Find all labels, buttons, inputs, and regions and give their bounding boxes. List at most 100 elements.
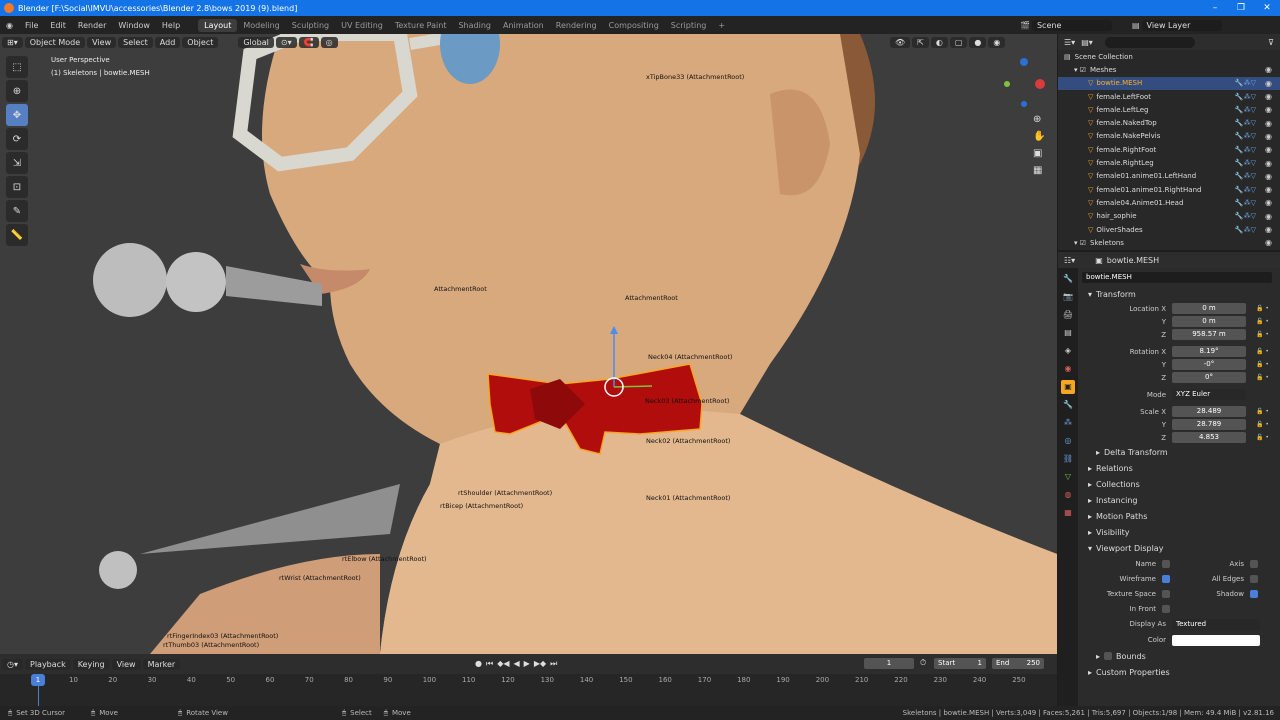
visibility-icon[interactable]: 👁 <box>890 36 911 48</box>
outliner-item[interactable]: ▽ female.LeftFoot 🔧⁂▽ ◉ <box>1058 90 1280 103</box>
in-front-checkbox[interactable] <box>1162 604 1170 613</box>
annotate-icon[interactable]: ✎ <box>6 200 28 222</box>
eye-icon[interactable]: ◉ <box>1265 79 1272 88</box>
eye-icon[interactable]: ◉ <box>1265 119 1272 128</box>
outliner-item[interactable]: ▽ hair_sophie 🔧⁂▽ ◉ <box>1058 210 1280 223</box>
transform-icon[interactable]: ⊡ <box>6 176 28 198</box>
menu-playback[interactable]: Playback <box>25 658 71 670</box>
shading-material-icon[interactable]: ◉ <box>988 36 1006 48</box>
visibility-header[interactable]: ▸ Visibility <box>1082 524 1280 540</box>
mode-selector[interactable]: Object Mode <box>24 36 86 48</box>
camera-icon[interactable]: ▣ <box>1033 148 1045 159</box>
rotation-mode-dropdown[interactable]: XYZ Euler <box>1172 389 1246 400</box>
display-mode-icon[interactable]: ▤▾ <box>1081 38 1093 47</box>
menu-edit[interactable]: Edit <box>44 21 72 30</box>
outliner-item[interactable]: ▽ female01.anime01.LeftHand 🔧⁂▽ ◉ <box>1058 170 1280 183</box>
eye-icon[interactable]: ◉ <box>1265 92 1272 101</box>
location-z-field[interactable]: 958.57 m <box>1172 329 1246 340</box>
minimize-icon[interactable]: – <box>1202 0 1228 16</box>
record-icon[interactable]: ● <box>475 659 482 669</box>
tab-sculpting[interactable]: Sculpting <box>286 19 335 32</box>
menu-select[interactable]: Select <box>118 36 153 48</box>
lock-icon[interactable]: 🔓 • <box>1256 305 1269 312</box>
object-tab-icon[interactable]: ▣ <box>1061 380 1075 394</box>
stopwatch-icon[interactable]: ⏱ <box>920 658 926 668</box>
prev-key-icon[interactable]: ◆◀ <box>497 659 509 669</box>
all-edges-checkbox[interactable] <box>1250 574 1258 583</box>
eye-icon[interactable]: ◉ <box>1265 145 1272 154</box>
display-as-dropdown[interactable]: Textured <box>1172 618 1260 630</box>
current-frame-field[interactable]: 1 <box>864 658 914 669</box>
tab-scripting[interactable]: Scripting <box>665 19 713 32</box>
eye-icon[interactable]: ◉ <box>1265 65 1272 74</box>
constraints-tab-icon[interactable]: ⛓ <box>1061 452 1075 466</box>
outliner-item[interactable]: ▽ female.RightFoot 🔧⁂▽ ◉ <box>1058 143 1280 156</box>
menu-help[interactable]: Help <box>156 21 186 30</box>
scale-icon[interactable]: ⇲ <box>6 152 28 174</box>
outliner-scene-collection[interactable]: ▤ Scene Collection <box>1058 50 1280 63</box>
lock-icon[interactable]: 🔓 • <box>1256 408 1269 415</box>
modifier-icons[interactable]: 🔧⁂▽ <box>1235 132 1256 140</box>
modifier-icons[interactable]: 🔧⁂▽ <box>1235 186 1256 194</box>
menu-keying[interactable]: Keying <box>72 658 110 670</box>
modifier-icons[interactable]: 🔧⁂▽ <box>1235 79 1256 87</box>
custom-properties-header[interactable]: ▸ Custom Properties <box>1082 664 1280 680</box>
outliner-collection-meshes[interactable]: ▾ ☑ Meshes ◉ <box>1058 63 1280 76</box>
lock-icon[interactable]: 🔓 • <box>1256 348 1269 355</box>
modifier-icons[interactable]: 🔧⁂▽ <box>1235 159 1256 167</box>
play-reverse-icon[interactable]: ◀ <box>514 659 520 669</box>
add-workspace-icon[interactable]: + <box>712 19 731 32</box>
shadow-checkbox[interactable] <box>1250 589 1258 598</box>
overlay-icon[interactable]: ◐ <box>930 36 948 48</box>
wireframe-checkbox[interactable] <box>1162 574 1170 583</box>
tab-modeling[interactable]: Modeling <box>237 19 285 32</box>
tab-uv-editing[interactable]: UV Editing <box>335 19 389 32</box>
eye-icon[interactable]: ◉ <box>1265 105 1272 114</box>
outliner-type-icon[interactable]: ☰▾ <box>1064 38 1075 47</box>
modifiers-tab-icon[interactable]: 🔧 <box>1061 398 1075 412</box>
transform-panel-header[interactable]: ▾ Transform <box>1082 286 1280 302</box>
modifier-icons[interactable]: 🔧⁂▽ <box>1235 146 1256 154</box>
tab-layout[interactable]: Layout <box>198 18 238 32</box>
collections-header[interactable]: ▸ Collections <box>1082 476 1280 492</box>
scene-selector[interactable]: Scene <box>1031 19 1112 31</box>
viewport-display-header[interactable]: ▾ Viewport Display <box>1082 540 1280 556</box>
outliner-item[interactable]: ▽ female.NakePelvis 🔧⁂▽ ◉ <box>1058 130 1280 143</box>
data-tab-icon[interactable]: ▽ <box>1061 470 1075 484</box>
lock-icon[interactable]: 🔓 • <box>1256 421 1269 428</box>
rotation-y-field[interactable]: -0° <box>1172 359 1246 370</box>
scene-tab-icon[interactable]: ◈ <box>1061 344 1075 358</box>
physics-tab-icon[interactable]: ◎ <box>1061 434 1075 448</box>
proportional-edit-icon[interactable]: ◎ <box>320 36 338 48</box>
modifier-icons[interactable]: 🔧⁂▽ <box>1235 93 1256 101</box>
pan-hand-icon[interactable]: ✋ <box>1033 131 1045 142</box>
modifier-icons[interactable]: 🔧⁂▽ <box>1235 199 1256 207</box>
playhead[interactable]: 1 <box>31 674 45 686</box>
tab-animation[interactable]: Animation <box>497 19 550 32</box>
gizmo-icon[interactable]: ⇱ <box>912 36 929 48</box>
maximize-icon[interactable]: ❐ <box>1228 0 1254 16</box>
modifier-icons[interactable]: 🔧⁂▽ <box>1235 119 1256 127</box>
material-tab-icon[interactable]: ◍ <box>1061 488 1075 502</box>
eye-icon[interactable]: ◉ <box>1265 172 1272 181</box>
outliner-item[interactable]: ▽ female.NakedTop 🔧⁂▽ ◉ <box>1058 116 1280 129</box>
eye-icon[interactable]: ◉ <box>1265 185 1272 194</box>
color-swatch[interactable] <box>1172 634 1260 646</box>
texture-tab-icon[interactable]: ▦ <box>1061 506 1075 520</box>
end-frame-field[interactable]: End 250 <box>992 658 1044 669</box>
axis-checkbox[interactable] <box>1250 559 1258 568</box>
modifier-icons[interactable]: 🔧⁂▽ <box>1235 106 1256 114</box>
rotate-icon[interactable]: ⟳ <box>6 128 28 150</box>
output-tab-icon[interactable]: 🖨 <box>1061 308 1075 322</box>
next-key-icon[interactable]: ▶◆ <box>534 659 546 669</box>
properties-type-icon[interactable]: ☷▾ <box>1064 256 1075 265</box>
render-tab-icon[interactable]: 📷 <box>1061 290 1075 304</box>
outliner-item[interactable]: ▽ female.LeftLeg 🔧⁂▽ ◉ <box>1058 103 1280 116</box>
eye-icon[interactable]: ◉ <box>1265 198 1272 207</box>
close-icon[interactable]: ✕ <box>1254 0 1280 16</box>
tab-rendering[interactable]: Rendering <box>550 19 603 32</box>
jump-end-icon[interactable]: ⏭ <box>550 659 557 669</box>
shading-solid-icon[interactable]: ● <box>969 36 987 48</box>
menu-window[interactable]: Window <box>112 21 156 30</box>
lock-icon[interactable]: 🔓 • <box>1256 361 1269 368</box>
